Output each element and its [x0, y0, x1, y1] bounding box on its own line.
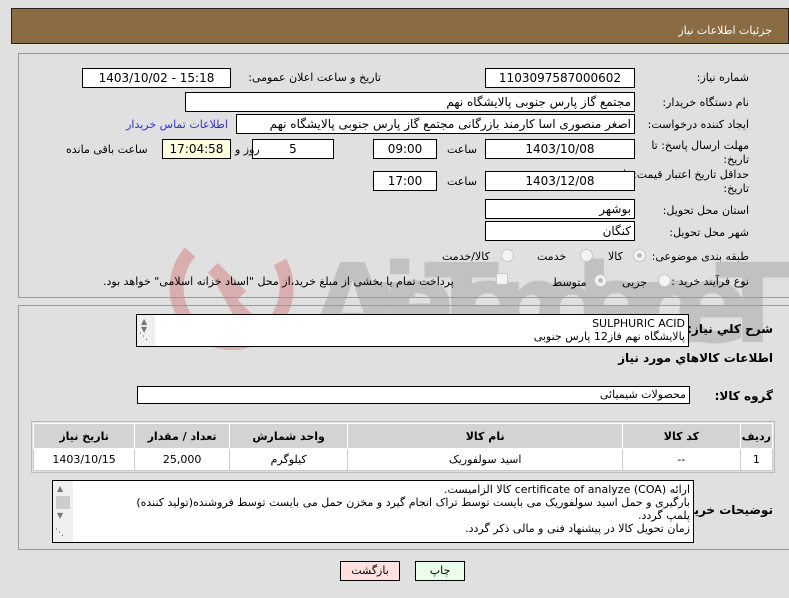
days-label: روز و: [235, 143, 260, 156]
print-button[interactable]: چاپ: [415, 561, 465, 581]
price-validity-time-label: ساعت: [447, 175, 477, 188]
delivery-province-field: بوشهر: [485, 199, 635, 219]
category-option-goods: کالا: [608, 250, 623, 263]
col-unit: واحد شمارش: [228, 423, 349, 449]
scroll-up-icon[interactable]: ▲: [57, 485, 63, 493]
response-deadline-label-2: تاریخ:: [723, 153, 749, 166]
announce-datetime-label: تاریخ و ساعت اعلان عمومی:: [248, 71, 381, 84]
general-desc-scrollbar[interactable]: ▲ ▼ ⋰: [137, 315, 155, 346]
category-option-goods-service: کالا/خدمت: [442, 250, 490, 263]
requester-label: ایجاد کننده درخواست:: [647, 118, 749, 131]
response-deadline-label: مهلت ارسال پاسخ: تا: [651, 139, 749, 152]
goods-group-field: محصولات شیمیائی: [137, 386, 690, 404]
buyer-notes-line-1: ارائه (COA) certificate of analyze کالا …: [443, 483, 690, 496]
goods-info-heading: اطلاعات کالاهاي مورد نياز: [618, 351, 773, 365]
purchase-radio-medium[interactable]: [594, 274, 607, 287]
purchase-option-medium: متوسط: [552, 276, 587, 289]
category-radio-goods[interactable]: [633, 249, 646, 262]
buyer-notes-line-3: پلمپ گردد.: [638, 509, 690, 522]
treasury-checkbox[interactable]: [496, 273, 508, 285]
cell-goods-code: --: [622, 448, 741, 471]
scroll-thumb[interactable]: [56, 496, 70, 509]
remaining-days-field: 5: [252, 139, 334, 159]
general-desc-textarea[interactable]: ▲ ▼ ⋰ SULPHURIC ACID پالایشگاه نهم فاز12 …: [136, 314, 689, 347]
col-goods-code: کد کالا: [622, 423, 741, 449]
buyer-notes-line-2: بارگیری و حمل اسید سولفوریک می بایست توس…: [136, 496, 690, 509]
cell-unit: کیلوگرم: [228, 448, 349, 471]
general-desc-line-1: SULPHURIC ACID: [592, 317, 685, 330]
treasury-checkbox-label: پرداخت تمام یا بخشی از مبلغ خرید،از محل …: [103, 275, 454, 288]
resize-grip-icon[interactable]: ⋰: [139, 331, 148, 344]
page-title: جزئیات اطلاعات نیاز: [678, 24, 772, 37]
buyer-contact-link[interactable]: اطلاعات تماس خریدار: [126, 118, 228, 131]
col-row-number: ردیف: [739, 423, 774, 449]
back-button[interactable]: بازگشت: [340, 561, 400, 581]
buyer-org-field: مجتمع گاز پارس جنوبی پالایشگاه نهم: [185, 92, 635, 112]
remaining-time-field: 17:04:58: [162, 139, 231, 159]
buyer-notes-scrollbar[interactable]: ▲ ▼ ⋰: [53, 481, 73, 542]
col-quantity: تعداد / مقدار: [134, 423, 230, 449]
items-table: ردیف کد کالا نام کالا واحد شمارش تعداد /…: [32, 423, 774, 471]
cell-row-number: 1: [739, 448, 774, 471]
items-table-header: ردیف کد کالا نام کالا واحد شمارش تعداد /…: [32, 423, 774, 449]
cell-quantity: 25,000: [134, 448, 230, 471]
table-row: 1 -- اسید سولفوریک کیلوگرم 25,000 1403/1…: [32, 448, 774, 471]
category-radio-service[interactable]: [580, 249, 593, 262]
cell-need-date: 1403/10/15: [32, 448, 136, 471]
general-desc-line-2: پالایشگاه نهم فاز12 پارس جنوبی: [533, 330, 685, 343]
col-need-date: تاریخ نیاز: [32, 423, 136, 449]
price-validity-time-field: 17:00: [373, 171, 437, 191]
buyer-org-label: نام دستگاه خریدار:: [662, 96, 749, 109]
col-goods-name: نام کالا: [347, 423, 624, 449]
response-time-field: 09:00: [373, 139, 437, 159]
need-number-field: 1103097587000602: [485, 68, 635, 88]
announce-datetime-field: 1403/10/02 - 15:18: [82, 68, 231, 88]
category-radio-goods-service[interactable]: [501, 249, 514, 262]
price-validity-label: حداقل تاریخ اعتبار قیمت: تا: [623, 168, 749, 181]
delivery-city-label: شهر محل تحویل:: [669, 226, 749, 239]
category-label: طبقه بندی موضوعی:: [651, 250, 749, 263]
buyer-notes-textarea[interactable]: ▲ ▼ ⋰ ارائه (COA) certificate of analyze…: [52, 480, 694, 543]
price-validity-label-2: تاریخ:: [723, 182, 749, 195]
need-number-label: شماره نیاز:: [696, 71, 749, 84]
remaining-time-label: ساعت باقی مانده: [66, 143, 148, 156]
goods-group-label: گروه کالا:: [714, 389, 773, 403]
price-validity-date-field: 1403/12/08: [485, 171, 635, 191]
requester-field: اصغر منصوری اسا کارمند بازرگانی مجتمع گا…: [236, 114, 635, 134]
delivery-city-field: کنگان: [485, 221, 635, 241]
general-desc-label: شرح کلي نياز:: [687, 322, 773, 336]
purchase-radio-minor[interactable]: [658, 274, 671, 287]
resize-grip-icon[interactable]: ⋰: [55, 527, 64, 540]
response-time-label: ساعت: [447, 143, 477, 156]
page-header: جزئیات اطلاعات نیاز: [11, 8, 789, 44]
category-option-service: خدمت: [537, 250, 567, 263]
cell-goods-name: اسید سولفوریک: [347, 448, 624, 471]
scroll-down-icon[interactable]: ▼: [57, 512, 63, 520]
purchase-option-minor: جزیی: [622, 276, 648, 289]
response-date-field: 1403/10/08: [485, 139, 635, 159]
purchase-type-label: نوع فرآیند خرید :: [671, 275, 749, 288]
delivery-province-label: استان محل تحویل:: [662, 204, 749, 217]
buyer-notes-line-4: زمان تحویل کالا در پیشنهاد فنی و مالی ذک…: [465, 522, 690, 535]
